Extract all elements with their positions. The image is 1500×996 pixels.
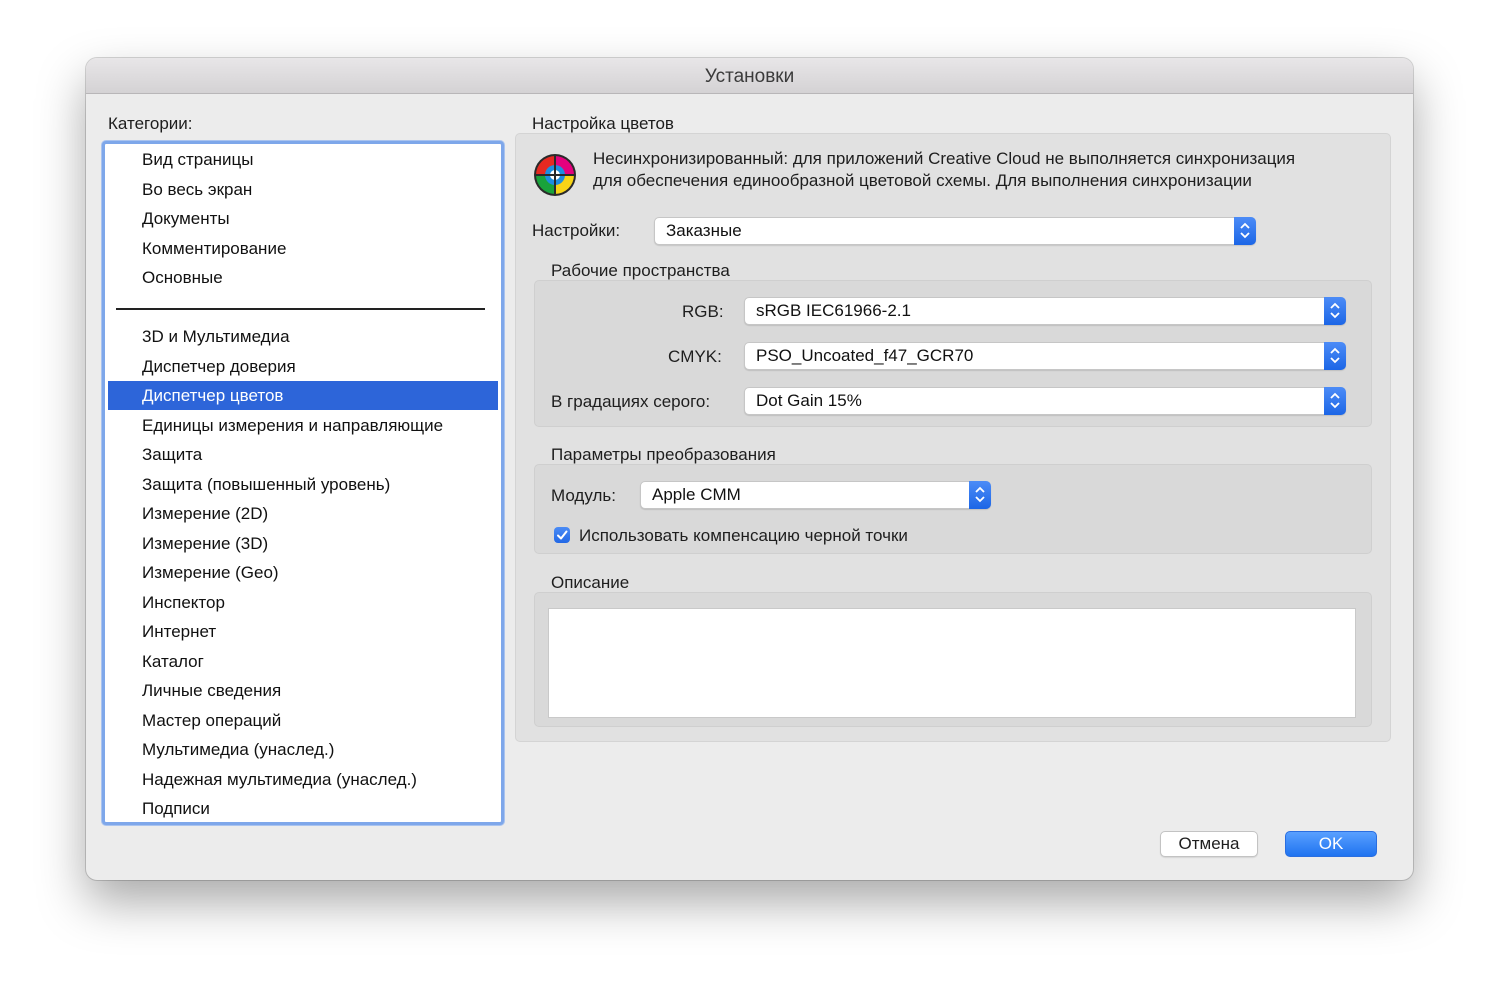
category-item[interactable]: Во весь экран bbox=[108, 175, 498, 204]
grayscale-label: В градациях серого: bbox=[551, 392, 711, 411]
chevron-updown-icon bbox=[1324, 342, 1346, 370]
category-item[interactable]: Вид страницы bbox=[108, 145, 498, 174]
category-item[interactable]: Надежная мультимедиа (унаслед.) bbox=[108, 765, 498, 794]
module-label: Модуль: bbox=[551, 486, 616, 505]
category-item[interactable]: Диспетчер доверия bbox=[108, 352, 498, 381]
grayscale-select[interactable]: Dot Gain 15% bbox=[744, 387, 1346, 415]
category-item[interactable]: Интернет bbox=[108, 617, 498, 646]
ok-button[interactable]: OK bbox=[1285, 831, 1377, 857]
black-point-compensation-label[interactable]: Использовать компенсацию черной точки bbox=[579, 526, 908, 546]
category-item[interactable]: Документы bbox=[108, 204, 498, 233]
category-item[interactable]: Измерение (2D) bbox=[108, 499, 498, 528]
conversion-title: Параметры преобразования bbox=[551, 445, 776, 464]
rgb-select[interactable]: sRGB IEC61966-2.1 bbox=[744, 297, 1346, 325]
category-item[interactable]: Основные bbox=[108, 263, 498, 292]
title-bar[interactable]: Установки bbox=[86, 58, 1413, 94]
window-title: Установки bbox=[704, 66, 795, 87]
category-item[interactable]: Мультимедиа (унаслед.) bbox=[108, 735, 498, 764]
settings-select-value: Заказные bbox=[666, 221, 742, 240]
description-text-area bbox=[548, 608, 1356, 718]
category-item[interactable]: Диспетчер цветов bbox=[108, 381, 498, 410]
working-spaces-title: Рабочие пространства bbox=[551, 261, 730, 280]
categories-list[interactable]: Вид страницы Во весь экран Документы Коммен… bbox=[102, 141, 504, 825]
cmyk-select[interactable]: PSO_Uncoated_f47_GCR70 bbox=[744, 342, 1346, 370]
grayscale-select-value: Dot Gain 15% bbox=[756, 391, 862, 410]
category-item[interactable]: Защита (повышенный уровень) bbox=[108, 470, 498, 499]
chevron-updown-icon bbox=[969, 481, 991, 509]
rgb-label: RGB: bbox=[682, 302, 724, 321]
chevron-updown-icon bbox=[1324, 297, 1346, 325]
category-item[interactable]: Каталог bbox=[108, 647, 498, 676]
category-item[interactable]: Подписи bbox=[108, 794, 498, 822]
settings-select[interactable]: Заказные bbox=[654, 217, 1256, 245]
cmyk-label: CMYK: bbox=[668, 347, 722, 366]
color-settings-title: Настройка цветов bbox=[532, 114, 674, 133]
categories-label: Категории: bbox=[108, 114, 193, 133]
color-management-icon bbox=[534, 154, 576, 196]
description-title: Описание bbox=[551, 573, 630, 592]
black-point-compensation-checkbox[interactable] bbox=[554, 527, 570, 543]
category-item[interactable]: Комментирование bbox=[108, 234, 498, 263]
module-select-value: Apple CMM bbox=[652, 485, 741, 504]
category-item[interactable]: Измерение (Geo) bbox=[108, 558, 498, 587]
chevron-updown-icon bbox=[1324, 387, 1346, 415]
cancel-button[interactable]: Отмена bbox=[1160, 831, 1258, 857]
rgb-select-value: sRGB IEC61966-2.1 bbox=[756, 301, 911, 320]
category-item[interactable]: Личные сведения bbox=[108, 676, 498, 705]
sync-notice-line-2: для обеспечения единообразной цветовой с… bbox=[593, 171, 1252, 190]
checkmark-icon bbox=[557, 530, 568, 540]
category-item[interactable]: 3D и Мультимедиа bbox=[108, 322, 498, 351]
chevron-updown-icon bbox=[1234, 217, 1256, 245]
sync-notice-line-1: Несинхронизированный: для приложений Cre… bbox=[593, 149, 1296, 168]
settings-label: Настройки: bbox=[532, 221, 621, 240]
category-item[interactable]: Единицы измерения и направляющие bbox=[108, 411, 498, 440]
category-item[interactable]: Измерение (3D) bbox=[108, 529, 498, 558]
category-item[interactable]: Инспектор bbox=[108, 588, 498, 617]
module-select[interactable]: Apple CMM bbox=[640, 481, 991, 509]
category-item[interactable]: Мастер операций bbox=[108, 706, 498, 735]
preferences-window: Установки Категории: Вид страницы Во весь… bbox=[86, 58, 1413, 880]
categories-separator bbox=[116, 308, 485, 310]
cmyk-select-value: PSO_Uncoated_f47_GCR70 bbox=[756, 346, 974, 365]
category-item[interactable]: Защита bbox=[108, 440, 498, 469]
